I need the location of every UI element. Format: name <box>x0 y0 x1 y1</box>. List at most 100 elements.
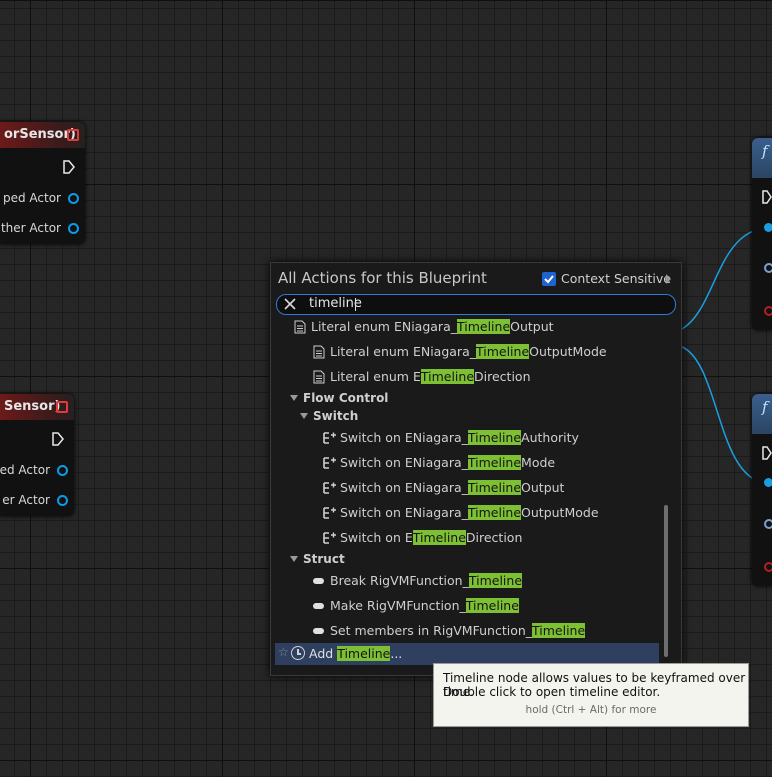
item-text: Switch on E <box>340 530 413 545</box>
node-pin[interactable]: ther Actor <box>1 218 79 238</box>
match-highlight: Timeline <box>465 598 519 613</box>
list-item[interactable]: Switch on ENiagara_TimelineOutputMode <box>323 502 599 524</box>
item-text: Direction <box>465 530 523 545</box>
context-sensitive-checkbox[interactable] <box>542 272 556 286</box>
function-icon: f <box>762 142 768 160</box>
item-text: Make RigVMFunction_ <box>330 598 466 613</box>
function-node-bottom[interactable]: f <box>752 394 772 586</box>
struct-pill-icon <box>313 628 324 634</box>
pin-label: ped Actor <box>2 191 61 205</box>
item-text: Output <box>521 480 565 495</box>
enum-doc-icon <box>294 320 306 334</box>
chevron-right-icon[interactable] <box>666 274 671 284</box>
event-node-bottom[interactable]: Sensor) ed Actor er Actor <box>0 394 74 516</box>
function-icon: f <box>762 398 768 416</box>
pin-icon[interactable] <box>764 519 772 529</box>
checkmark-icon <box>544 275 554 284</box>
exec-pin-icon[interactable] <box>762 190 772 204</box>
object-pin-icon[interactable] <box>57 495 68 506</box>
category-label: Struct <box>303 552 345 566</box>
item-text: Direction <box>474 369 531 384</box>
item-text: Switch on ENiagara_ <box>340 455 468 470</box>
menu-title: All Actions for this Blueprint <box>278 269 487 287</box>
exec-pin-icon[interactable] <box>63 160 75 174</box>
item-text: Break RigVMFunction_ <box>330 573 469 588</box>
clear-search-icon[interactable] <box>283 297 297 311</box>
list-item[interactable]: Switch on ENiagara_TimelineAuthority <box>323 427 579 449</box>
node-title: orSensor) <box>4 127 76 142</box>
match-highlight: Timeline <box>475 344 530 359</box>
item-text: Switch on ENiagara_ <box>340 430 468 445</box>
node-title: Sensor) <box>4 399 61 414</box>
close-icon[interactable] <box>56 401 68 413</box>
struct-pill-icon <box>313 578 324 584</box>
match-highlight: Timeline <box>412 530 466 545</box>
object-pin-icon[interactable] <box>68 193 79 204</box>
item-text: Switch on ENiagara_ <box>340 480 468 495</box>
node-header: orSensor) <box>0 122 85 148</box>
item-text: OutputMode <box>521 505 599 520</box>
list-item[interactable]: Switch on ETimelineDirection <box>323 527 523 549</box>
match-highlight: Timeline <box>467 430 522 445</box>
exec-pin-icon[interactable] <box>52 432 64 446</box>
match-highlight: Timeline <box>420 369 475 384</box>
list-item[interactable]: Literal enum ETimelineDirection <box>313 366 531 388</box>
item-text: ... <box>390 646 403 661</box>
item-text: Set members in RigVMFunction_ <box>330 623 533 638</box>
event-node-top[interactable]: orSensor) ped Actor ther Actor <box>0 122 85 244</box>
item-text: Literal enum ENiagara_ <box>311 319 457 334</box>
list-item[interactable]: Break RigVMFunction_Timeline <box>313 570 523 592</box>
exec-pin-icon[interactable] <box>762 446 772 460</box>
object-pin-icon[interactable] <box>764 223 772 232</box>
scrollbar[interactable] <box>664 505 668 657</box>
item-text: Literal enum E <box>330 369 421 384</box>
object-pin-icon[interactable] <box>57 465 68 476</box>
list-item[interactable]: Literal enum ENiagara_TimelineOutput <box>294 316 554 338</box>
object-pin-icon[interactable] <box>68 223 79 234</box>
item-text: Output <box>510 319 554 334</box>
pin-icon[interactable] <box>764 263 772 273</box>
pin-label: ed Actor <box>0 463 50 477</box>
pin-icon[interactable] <box>764 562 772 572</box>
item-text: OutputMode <box>529 344 607 359</box>
match-highlight: Timeline <box>468 573 523 588</box>
add-timeline-item[interactable]: ☆ Add Timeline... <box>275 643 659 665</box>
list-item[interactable]: Literal enum ENiagara_TimelineOutputMode <box>313 341 607 363</box>
struct-pill-icon <box>313 603 324 609</box>
search-value: timeline <box>309 296 362 311</box>
category-struct[interactable]: Struct <box>290 550 345 568</box>
pin-icon[interactable] <box>764 306 772 316</box>
node-pin[interactable]: er Actor <box>2 490 68 510</box>
list-item[interactable]: Make RigVMFunction_Timeline <box>313 595 519 617</box>
search-input[interactable]: timeline <box>276 294 676 315</box>
switch-icon <box>323 482 336 494</box>
switch-icon <box>323 457 336 469</box>
node-pin[interactable]: ped Actor <box>3 188 79 208</box>
match-highlight: Timeline <box>467 505 522 520</box>
list-item[interactable]: Set members in RigVMFunction_Timeline <box>313 620 586 641</box>
list-item[interactable]: Switch on ENiagara_TimelineOutput <box>323 477 565 499</box>
object-pin-icon[interactable] <box>764 478 772 487</box>
switch-icon <box>323 432 336 444</box>
close-icon[interactable] <box>67 129 79 141</box>
context-sensitive-label[interactable]: Context Sensitive <box>561 271 671 286</box>
node-pin[interactable]: ed Actor <box>0 460 68 480</box>
collapse-arrow-icon[interactable] <box>290 556 298 562</box>
pin-label: ther Actor <box>0 221 61 235</box>
item-text: Authority <box>521 430 579 445</box>
collapse-arrow-icon[interactable] <box>300 413 308 419</box>
function-node-top[interactable]: f <box>752 138 772 330</box>
category-flow-control[interactable]: Flow Control <box>290 389 388 407</box>
pin-label: er Actor <box>2 493 50 507</box>
star-icon[interactable]: ☆ <box>278 645 289 659</box>
collapse-arrow-icon[interactable] <box>290 395 298 401</box>
action-list[interactable]: Literal enum ENiagara_TimelineOutput Lit… <box>275 316 661 641</box>
list-item[interactable]: Switch on ENiagara_TimelineMode <box>323 452 555 474</box>
item-text: Literal enum ENiagara_ <box>330 344 476 359</box>
item-text: Switch on ENiagara_ <box>340 505 468 520</box>
clock-icon <box>291 646 305 660</box>
tooltip-hint: hold (Ctrl + Alt) for more <box>525 704 657 716</box>
category-switch[interactable]: Switch <box>300 407 358 425</box>
tooltip: Timeline node allows values to be keyfra… <box>433 663 749 727</box>
action-menu[interactable]: All Actions for this Blueprint Context S… <box>270 262 682 676</box>
